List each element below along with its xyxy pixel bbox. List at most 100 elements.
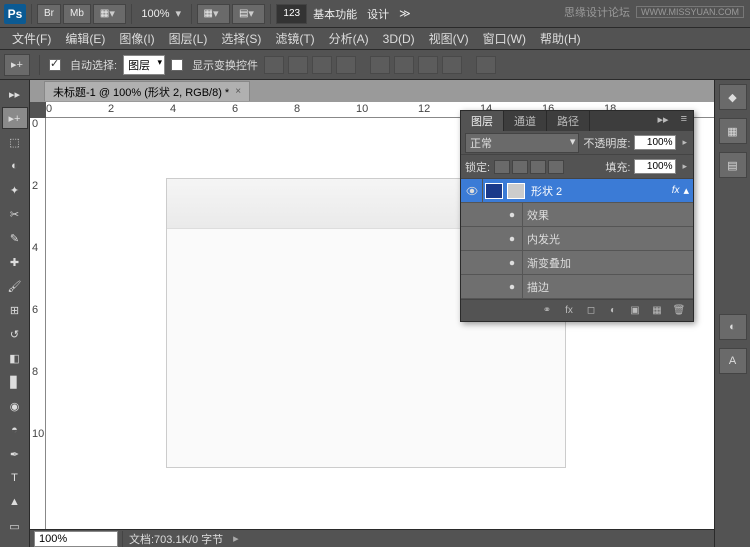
move-tool[interactable]: ▸+	[2, 107, 28, 129]
blur-tool[interactable]: ◉	[2, 395, 28, 417]
effect-label: 描边	[523, 279, 693, 295]
tab-layers[interactable]: 图层	[461, 111, 504, 131]
menu-window[interactable]: 窗口(W)	[477, 28, 532, 49]
type-tool[interactable]: T	[2, 467, 28, 489]
menu-3d[interactable]: 3D(D)	[377, 30, 421, 48]
crop-tool[interactable]: ✂	[2, 203, 28, 225]
app-icon[interactable]: Ps	[4, 4, 26, 24]
expand-tool[interactable]: ▸▸	[2, 83, 28, 105]
color-panel-icon[interactable]: ◆	[719, 84, 747, 110]
dodge-tool[interactable]: ◓	[2, 419, 28, 441]
lock-pixels-icon[interactable]	[512, 160, 528, 174]
group-icon[interactable]: ▣	[627, 304, 643, 318]
bridge-button[interactable]: Br	[37, 4, 61, 24]
opacity-label: 不透明度:	[583, 135, 630, 151]
panel-collapse-icon[interactable]: ▸▸	[652, 111, 675, 131]
menu-layer[interactable]: 图层(L)	[163, 28, 214, 49]
delete-layer-icon[interactable]: 🗑	[671, 304, 687, 318]
guides-button[interactable]: ▤▾	[232, 4, 265, 24]
zoom-input[interactable]: 100%	[34, 531, 118, 547]
lock-position-icon[interactable]	[530, 160, 546, 174]
watermark: 思缘设计论坛 WWW.MISSYUAN.COM	[564, 4, 744, 20]
layer-mask-thumb[interactable]	[507, 183, 525, 199]
adjustment-layer-icon[interactable]: ◐	[605, 304, 621, 318]
visibility-icon[interactable]	[501, 203, 523, 226]
lock-all-icon[interactable]	[548, 160, 564, 174]
wand-tool[interactable]: ✦	[2, 179, 28, 201]
path-select-tool[interactable]: ▲	[2, 491, 28, 513]
menu-file[interactable]: 文件(F)	[6, 28, 57, 49]
app-topbar: Ps Br Mb ▦▾ 100%▾ ▦▾ ▤▾ 123 基本功能 设计 ≫ 思缘…	[0, 0, 750, 28]
brush-tool[interactable]: 🖌	[2, 275, 28, 297]
document-tab[interactable]: 未标题-1 @ 100% (形状 2, RGB/8) *×	[44, 81, 250, 101]
gradient-tool[interactable]: ▊	[2, 371, 28, 393]
eraser-tool[interactable]: ◧	[2, 347, 28, 369]
fx-badge[interactable]: fx	[668, 185, 684, 196]
tab-channels[interactable]: 通道	[504, 111, 547, 131]
eyedropper-tool[interactable]: ✎	[2, 227, 28, 249]
layer-thumb[interactable]	[485, 183, 503, 199]
visibility-icon[interactable]	[461, 179, 483, 202]
workspace-design[interactable]: 设计	[363, 6, 393, 22]
workspace-more[interactable]: ≫	[395, 7, 415, 20]
blend-mode-select[interactable]: 正常	[465, 133, 579, 153]
stamp-tool[interactable]: ⊞	[2, 299, 28, 321]
lock-label: 锁定:	[465, 159, 490, 175]
swatches-panel-icon[interactable]: ▦	[719, 118, 747, 144]
menu-analysis[interactable]: 分析(A)	[323, 28, 375, 49]
marquee-tool[interactable]: ⬚	[2, 131, 28, 153]
layers-panel[interactable]: 图层 通道 路径 ▸▸ ≡ 正常 不透明度: 100% ▸ 锁定: 填充: 10…	[460, 110, 694, 322]
fx-toggle-icon[interactable]: ▴	[683, 184, 693, 197]
menu-filter[interactable]: 滤镜(T)	[269, 28, 320, 49]
arrange-button[interactable]: ▦▾	[93, 4, 126, 24]
layer-style-icon[interactable]: fx	[561, 304, 577, 318]
visibility-icon[interactable]	[501, 251, 523, 274]
lasso-tool[interactable]: ◐	[2, 155, 28, 177]
link-layers-icon[interactable]: ⚭	[539, 304, 555, 318]
visibility-icon[interactable]	[501, 275, 523, 298]
move-tool-preset[interactable]: ▸+	[4, 54, 30, 76]
pen-tool[interactable]: ✒	[2, 443, 28, 465]
tab-paths[interactable]: 路径	[547, 111, 590, 131]
history-brush-tool[interactable]: ↺	[2, 323, 28, 345]
minibridge-button[interactable]: Mb	[63, 4, 91, 24]
fill-arrow-icon[interactable]: ▸	[680, 161, 689, 172]
layer-mask-icon[interactable]: ◻	[583, 304, 599, 318]
layer-name[interactable]: 形状 2	[527, 183, 668, 199]
visibility-icon[interactable]	[501, 227, 523, 250]
panel-tabs: 图层 通道 路径 ▸▸ ≡	[461, 111, 693, 131]
layer-inner-glow[interactable]: 内发光	[461, 227, 693, 251]
menu-select[interactable]: 选择(S)	[215, 28, 267, 49]
layer-shape2[interactable]: 形状 2 fx ▴	[461, 179, 693, 203]
adjustments-panel-icon[interactable]: ◐	[719, 314, 747, 340]
auto-select-target[interactable]: 图层	[123, 55, 165, 75]
shape-tool[interactable]: ▭	[2, 515, 28, 537]
fill-input[interactable]: 100%	[634, 159, 676, 174]
character-panel-icon[interactable]: A	[719, 348, 747, 374]
menu-image[interactable]: 图像(I)	[113, 28, 160, 49]
layer-stroke[interactable]: 描边	[461, 275, 693, 299]
effect-label: 效果	[523, 207, 693, 223]
new-layer-icon[interactable]: ▦	[649, 304, 665, 318]
layer-gradient-overlay[interactable]: 渐变叠加	[461, 251, 693, 275]
heal-tool[interactable]: ✚	[2, 251, 28, 273]
menu-help[interactable]: 帮助(H)	[534, 28, 587, 49]
menu-view[interactable]: 视图(V)	[423, 28, 475, 49]
extras-button[interactable]: ▦▾	[197, 4, 230, 24]
styles-panel-icon[interactable]: ▤	[719, 152, 747, 178]
screenmode-button[interactable]: 123	[276, 4, 307, 24]
zoom-level[interactable]: 100%	[137, 8, 173, 20]
lock-transparency-icon[interactable]	[494, 160, 510, 174]
opacity-input[interactable]: 100%	[634, 135, 676, 150]
workspace-basic[interactable]: 基本功能	[309, 6, 361, 22]
show-transform-checkbox[interactable]	[171, 59, 183, 71]
panel-menu-icon[interactable]: ≡	[675, 111, 693, 131]
layers-footer: ⚭ fx ◻ ◐ ▣ ▦ 🗑	[461, 299, 693, 321]
close-tab-icon[interactable]: ×	[235, 86, 241, 97]
opacity-arrow-icon[interactable]: ▸	[680, 137, 689, 148]
menu-edit[interactable]: 编辑(E)	[59, 28, 111, 49]
layer-effects[interactable]: 效果	[461, 203, 693, 227]
auto-select-checkbox[interactable]	[49, 59, 61, 71]
doc-size[interactable]: 文档:703.1K/0 字节	[122, 531, 229, 547]
ruler-vertical[interactable]: 0246810	[30, 118, 46, 529]
